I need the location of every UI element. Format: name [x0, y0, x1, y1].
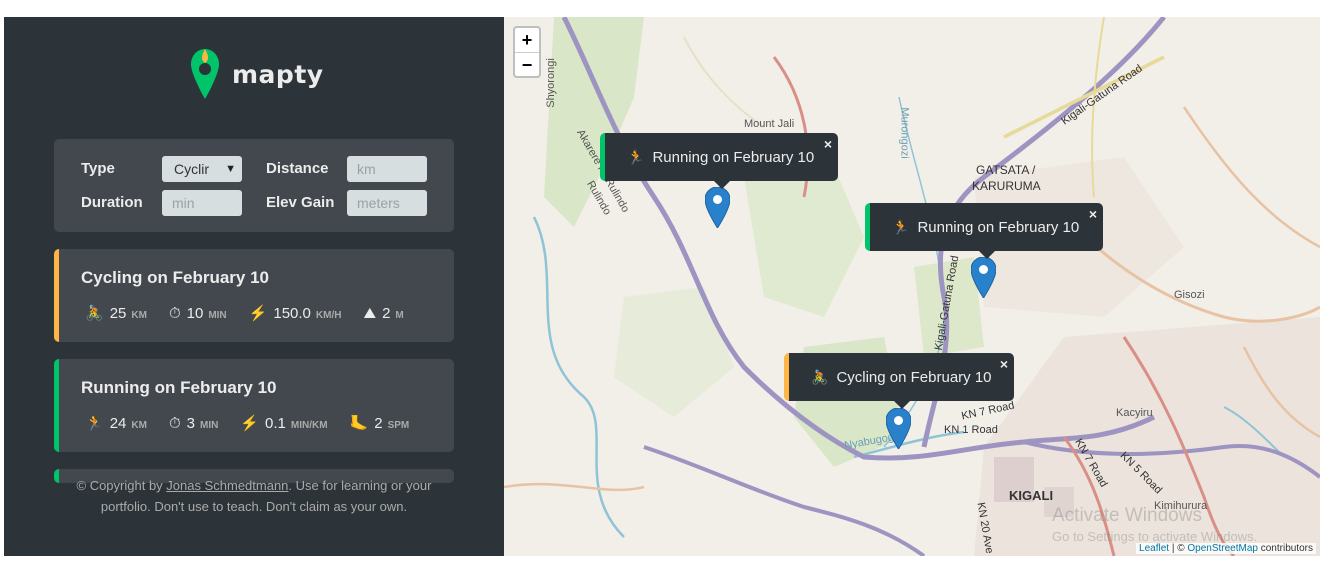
- workout-unit: km/h: [315, 310, 342, 321]
- type-select[interactable]: Cyclir ▼: [162, 156, 242, 182]
- copyright: © Copyright by Jonas Schmedtmann. Use fo…: [54, 475, 454, 517]
- workout-unit: km: [131, 310, 147, 321]
- map-label: Kacyiru: [1116, 407, 1153, 419]
- windows-watermark-subtitle: Go to Settings to activate Windows.: [1052, 529, 1258, 544]
- map-popup-cycling[interactable]: 🚴 Cycling on February 10 ×: [784, 353, 1014, 409]
- author-link[interactable]: Jonas Schmedtmann: [166, 478, 288, 493]
- map-pin-icon: [191, 49, 219, 99]
- workout-value: 10: [186, 305, 204, 322]
- stopwatch-icon: ⏱: [168, 415, 181, 432]
- close-icon[interactable]: ×: [1000, 356, 1008, 372]
- workout-unit: km: [131, 420, 147, 431]
- workout-elevation: ⛰ 2 m: [363, 305, 403, 322]
- runner-icon: 🏃: [627, 148, 645, 165]
- elev-gain-label: Elev Gain: [266, 194, 335, 211]
- workout-cadence: 🦶 2 spm: [350, 414, 410, 432]
- type-select-value: Cyclir: [174, 161, 209, 177]
- map[interactable]: + − Mount Jali GATSATA / KARURUMA KIGALI…: [504, 17, 1320, 556]
- chevron-down-icon: ▼: [225, 163, 236, 175]
- popup-text: Cycling on February 10: [836, 368, 992, 386]
- close-icon[interactable]: ×: [1089, 206, 1097, 222]
- windows-watermark-title: Activate Windows: [1052, 505, 1202, 526]
- popup-tip: [713, 181, 730, 189]
- workout-value: 25: [109, 305, 127, 322]
- type-label: Type: [81, 160, 115, 177]
- workout-speed: ⚡ 150.0 km/h: [249, 304, 342, 322]
- duration-label: Duration: [81, 194, 143, 211]
- attribution-contributors: contributors: [1257, 543, 1313, 554]
- map-label: KIGALI: [1009, 488, 1054, 503]
- bicycle-icon: 🚴: [811, 368, 829, 385]
- workout-unit: min: [208, 310, 227, 321]
- workout-details: 🚴 25 km ⏱ 10 min ⚡ 150.0 km/h ⛰ 2 m: [85, 304, 426, 322]
- workout-distance: 🏃 24 km: [85, 414, 147, 432]
- workout-card-running[interactable]: Running on February 10 🏃 24 km ⏱ 3 min ⚡…: [54, 359, 454, 452]
- map-attribution: Leaflet | © OpenStreetMap contributors: [1136, 543, 1316, 554]
- map-label: GATSATA /: [976, 163, 1036, 177]
- map-label: Shyorongi: [544, 58, 557, 108]
- copyright-prefix: © Copyright by: [76, 478, 167, 493]
- form-row: Duration Elev Gain: [54, 190, 454, 216]
- workout-value: 2: [382, 305, 391, 322]
- map-label: KARURUMA: [972, 179, 1041, 193]
- zoom-control: + −: [513, 26, 541, 78]
- elev-gain-input[interactable]: [347, 190, 427, 216]
- bicycle-icon: 🚴: [85, 305, 104, 322]
- workout-value: 3: [186, 415, 195, 432]
- distance-label: Distance: [266, 160, 329, 177]
- workout-details: 🏃 24 km ⏱ 3 min ⚡ 0.1 min/km 🦶 2 s: [85, 414, 431, 432]
- popup-tip: [893, 401, 910, 409]
- map-tiles: [504, 17, 1320, 556]
- map-label: Murongozi: [898, 107, 911, 159]
- workout-title: Running on February 10: [81, 378, 277, 397]
- osm-link[interactable]: OpenStreetMap: [1187, 543, 1258, 554]
- workout-unit: spm: [387, 420, 410, 431]
- form-row: Type Cyclir ▼ Distance: [54, 156, 454, 182]
- workout-value: 2: [374, 415, 383, 432]
- runner-icon: 🏃: [892, 218, 910, 235]
- map-label: Mount Jali: [744, 118, 795, 130]
- foot-icon: 🦶: [349, 415, 369, 432]
- zoom-in-button[interactable]: +: [515, 28, 539, 52]
- mountain-icon: ⛰: [363, 305, 377, 322]
- map-marker-icon[interactable]: [705, 187, 730, 228]
- lightning-icon: ⚡: [248, 305, 268, 322]
- runner-icon: 🏃: [85, 415, 104, 432]
- close-icon[interactable]: ×: [824, 136, 832, 152]
- logo: mapty: [190, 47, 324, 101]
- stopwatch-icon: ⏱: [168, 305, 181, 322]
- popup-text: Running on February 10: [652, 148, 815, 166]
- workout-distance: 🚴 25 km: [85, 304, 147, 322]
- attribution-sep: | ©: [1169, 543, 1188, 554]
- leaflet-link[interactable]: Leaflet: [1139, 543, 1169, 554]
- map-popup-running[interactable]: 🏃 Running on February 10 ×: [865, 203, 1103, 259]
- map-label: Gisozi: [1174, 289, 1205, 301]
- app: mapty Type Cyclir ▼ Distance Duration El…: [4, 17, 1320, 556]
- logo-text: mapty: [232, 59, 324, 89]
- duration-input[interactable]: [162, 190, 242, 216]
- lightning-icon: ⚡: [240, 415, 260, 432]
- popup-tip: [978, 251, 995, 259]
- workout-pace: ⚡ 0.1 min/km: [240, 414, 327, 432]
- workout-duration: ⏱ 10 min: [169, 305, 227, 322]
- map-marker-icon[interactable]: [886, 408, 911, 449]
- workout-value: 24: [109, 415, 127, 432]
- workout-title: Cycling on February 10: [81, 268, 269, 287]
- workout-form: Type Cyclir ▼ Distance Duration Elev Gai…: [54, 139, 454, 232]
- map-label: KN 1 Road: [944, 424, 998, 436]
- workout-value: 0.1: [265, 415, 286, 432]
- workout-card-cycling[interactable]: Cycling on February 10 🚴 25 km ⏱ 10 min …: [54, 249, 454, 342]
- workout-unit: min: [199, 420, 219, 431]
- popup-text: Running on February 10: [917, 218, 1080, 236]
- map-marker-icon[interactable]: [971, 257, 996, 298]
- workout-unit: m: [395, 310, 404, 321]
- zoom-out-button[interactable]: −: [515, 52, 539, 76]
- workout-value: 150.0: [273, 305, 311, 322]
- sidebar: mapty Type Cyclir ▼ Distance Duration El…: [4, 17, 504, 556]
- workout-unit: min/km: [290, 420, 328, 431]
- map-popup-running[interactable]: 🏃 Running on February 10 ×: [600, 133, 838, 189]
- workout-duration: ⏱ 3 min: [169, 415, 218, 432]
- distance-input[interactable]: [347, 156, 427, 182]
